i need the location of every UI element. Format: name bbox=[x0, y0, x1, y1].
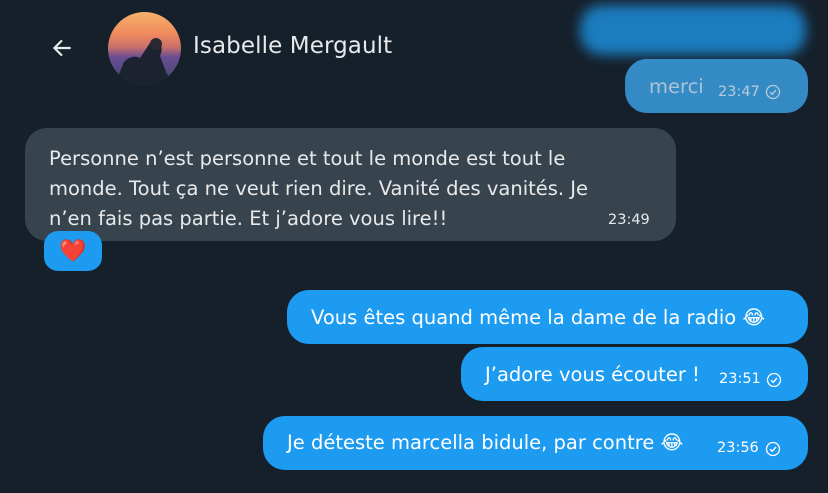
read-check-icon bbox=[765, 441, 781, 457]
heart-reaction-icon: ❤️ bbox=[59, 238, 87, 264]
back-button[interactable] bbox=[44, 30, 80, 66]
read-check-icon bbox=[766, 372, 782, 388]
message-text: merci bbox=[649, 75, 704, 98]
message-bubble-sent[interactable]: merci 23:47 bbox=[625, 59, 808, 113]
avatar-photo bbox=[114, 38, 174, 85]
message-timestamp: 23:56 bbox=[717, 440, 759, 456]
message-bubble-sent[interactable]: Vous êtes quand même la dame de la radio… bbox=[287, 290, 808, 344]
message-timestamp: 23:51 bbox=[719, 371, 761, 387]
back-arrow-icon bbox=[52, 39, 71, 57]
avatar[interactable] bbox=[108, 12, 181, 85]
heart-reaction[interactable]: ❤️ bbox=[44, 231, 102, 271]
message-timestamp: 23:49 bbox=[608, 212, 650, 228]
message-timestamp: 23:47 bbox=[718, 84, 760, 100]
message-bubble-received[interactable]: Personne n’est personne et tout le monde… bbox=[25, 128, 676, 241]
message-text: Je déteste marcella bidule, par contre 😂 bbox=[287, 431, 684, 454]
contact-name[interactable]: Isabelle Mergault bbox=[193, 33, 392, 59]
message-text: Vous êtes quand même la dame de la radio… bbox=[311, 306, 766, 329]
read-check-icon bbox=[765, 84, 781, 100]
message-bubble-sent[interactable]: Je déteste marcella bidule, par contre 😂… bbox=[263, 416, 808, 470]
message-text: J’adore vous écouter ! bbox=[485, 363, 700, 386]
message-bubble-sent[interactable]: J’adore vous écouter ! 23:51 bbox=[461, 347, 808, 401]
message-text: Personne n’est personne et tout le monde… bbox=[49, 147, 589, 230]
blurred-message bbox=[580, 5, 806, 55]
